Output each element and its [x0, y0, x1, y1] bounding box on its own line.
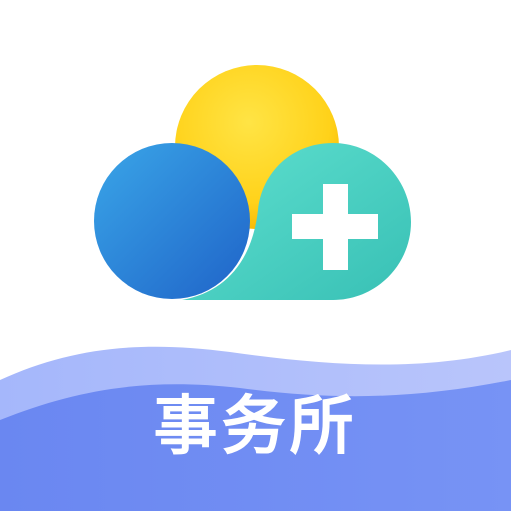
- app-icon[interactable]: 事务所: [0, 0, 511, 511]
- app-label: 事务所: [153, 390, 358, 464]
- blue-cloud-shape: [94, 143, 250, 299]
